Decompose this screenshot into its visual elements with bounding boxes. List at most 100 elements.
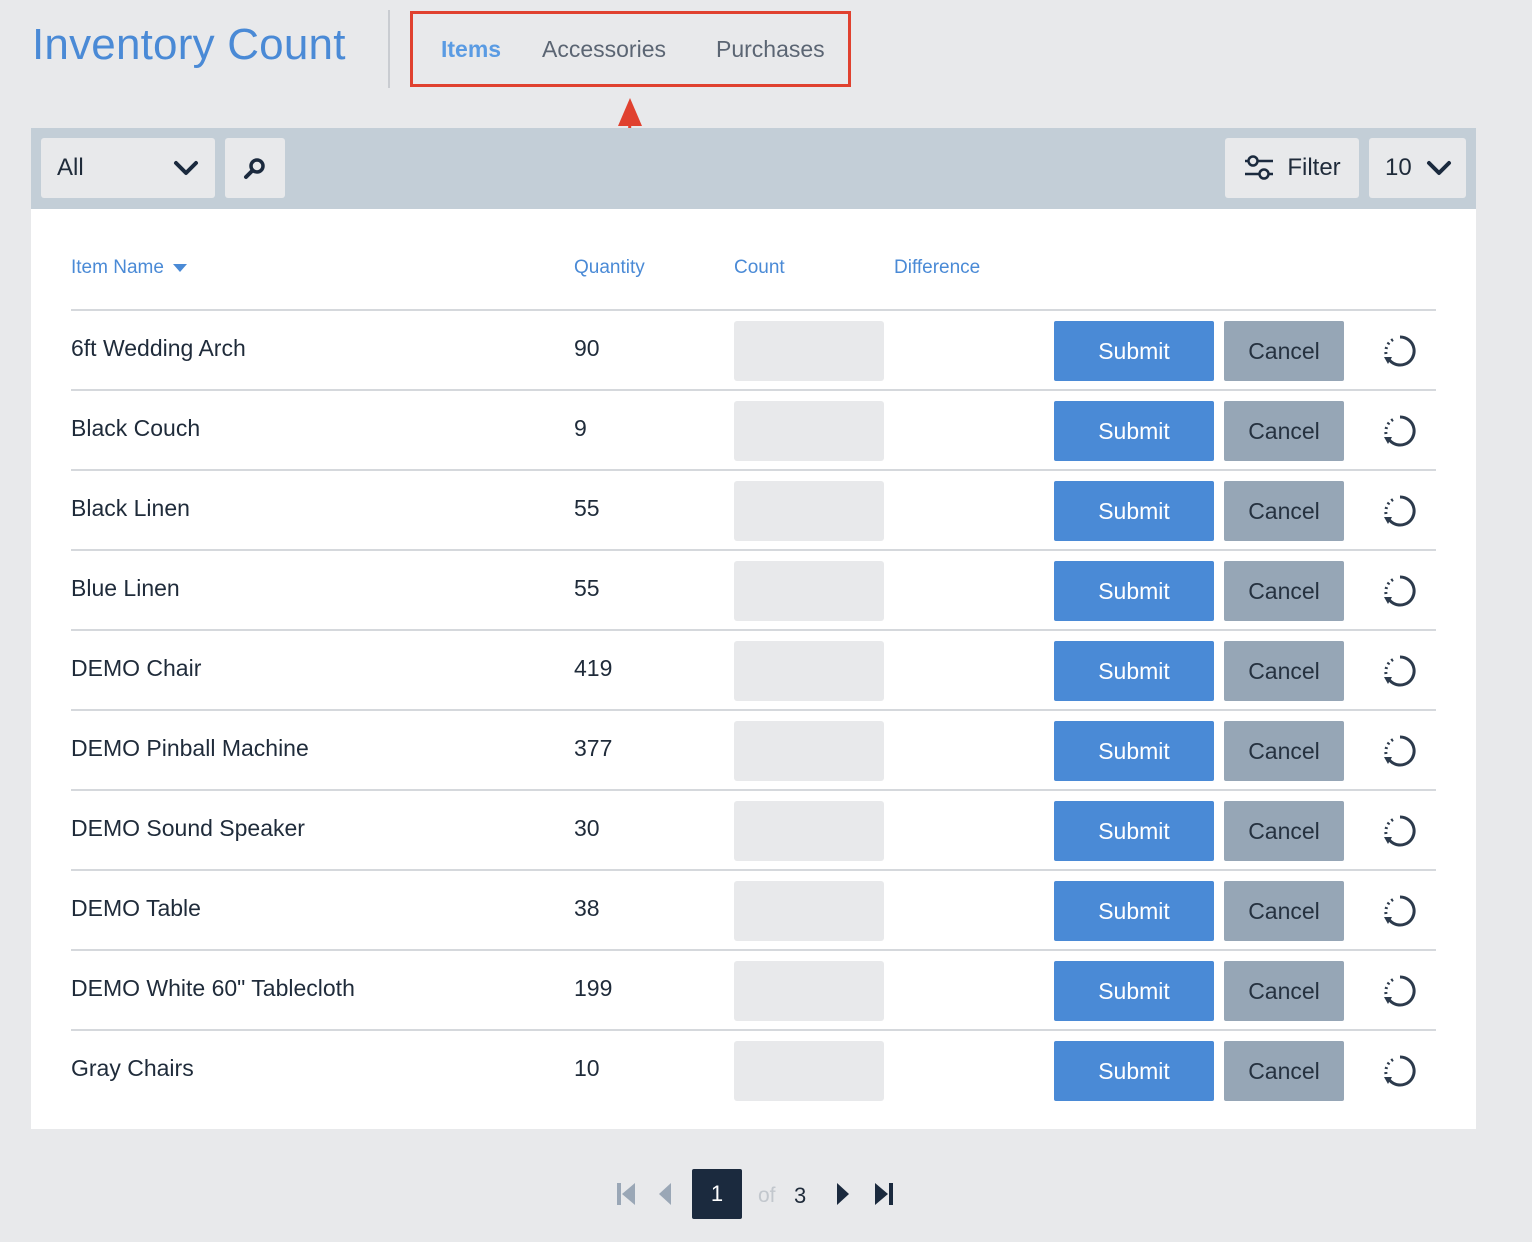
tab-purchases[interactable]: Purchases — [716, 36, 825, 63]
column-header-count[interactable]: Count — [734, 257, 785, 279]
item-name: DEMO Chair — [71, 655, 202, 681]
table-row: DEMO White 60" Tablecloth 199 Submit Cancel — [71, 951, 1436, 1031]
reset-icon[interactable] — [1382, 413, 1418, 449]
search-icon — [244, 158, 265, 179]
table-row: DEMO Chair 419 Submit Cancel — [71, 631, 1436, 711]
tab-bar: Items Accessories Purchases — [410, 11, 851, 87]
category-select[interactable]: All — [41, 138, 215, 198]
cancel-button[interactable]: Cancel — [1224, 561, 1344, 621]
sort-down-icon — [172, 264, 187, 272]
item-quantity: 55 — [574, 575, 600, 601]
reset-icon[interactable] — [1382, 813, 1418, 849]
item-quantity: 9 — [574, 415, 587, 441]
count-input[interactable] — [734, 561, 884, 621]
count-input[interactable] — [734, 881, 884, 941]
cancel-button[interactable]: Cancel — [1224, 641, 1344, 701]
last-page-icon[interactable] — [872, 1181, 896, 1207]
submit-button[interactable]: Submit — [1054, 1041, 1214, 1101]
submit-button[interactable]: Submit — [1054, 801, 1214, 861]
column-header-item-name[interactable]: Item Name — [71, 257, 188, 279]
reset-icon[interactable] — [1382, 1053, 1418, 1089]
table-row: Blue Linen 55 Submit Cancel — [71, 551, 1436, 631]
item-quantity: 377 — [574, 735, 613, 761]
current-page[interactable]: 1 — [692, 1169, 742, 1219]
column-header-difference[interactable]: Difference — [894, 257, 980, 279]
count-input[interactable] — [734, 961, 884, 1021]
submit-button[interactable]: Submit — [1054, 481, 1214, 541]
reset-icon[interactable] — [1382, 573, 1418, 609]
count-input[interactable] — [734, 401, 884, 461]
item-name: Black Couch — [71, 415, 201, 441]
tab-accessories[interactable]: Accessories — [542, 36, 666, 63]
cancel-button[interactable]: Cancel — [1224, 961, 1344, 1021]
item-name: DEMO White 60" Tablecloth — [71, 975, 355, 1001]
cancel-button[interactable]: Cancel — [1224, 401, 1344, 461]
pagination: 1 of 3 — [612, 1168, 902, 1220]
page-total: 3 — [794, 1183, 807, 1208]
cancel-button[interactable]: Cancel — [1224, 801, 1344, 861]
table-row: Black Linen 55 Submit Cancel — [71, 471, 1436, 551]
chevron-down-icon — [174, 161, 198, 175]
cancel-button[interactable]: Cancel — [1224, 321, 1344, 381]
item-quantity: 90 — [574, 335, 600, 361]
inventory-table: Item Name Quantity Count Difference 6ft … — [31, 209, 1476, 1129]
column-header-item-name-label: Item Name — [71, 257, 164, 278]
per-page-value: 10 — [1385, 154, 1412, 181]
count-input[interactable] — [734, 321, 884, 381]
item-quantity: 38 — [574, 895, 600, 921]
table-row: Gray Chairs 10 Submit Cancel — [71, 1031, 1436, 1111]
column-header-quantity[interactable]: Quantity — [574, 257, 645, 279]
page-title: Inventory Count — [32, 20, 346, 69]
sliders-icon — [1245, 155, 1274, 180]
first-page-icon[interactable] — [614, 1181, 638, 1207]
reset-icon[interactable] — [1382, 333, 1418, 369]
submit-button[interactable]: Submit — [1054, 961, 1214, 1021]
table-row: DEMO Sound Speaker 30 Submit Cancel — [71, 791, 1436, 871]
cancel-button[interactable]: Cancel — [1224, 481, 1344, 541]
reset-icon[interactable] — [1382, 973, 1418, 1009]
page-of-label: of — [758, 1184, 776, 1207]
title-divider — [388, 10, 390, 88]
submit-button[interactable]: Submit — [1054, 321, 1214, 381]
item-name: Gray Chairs — [71, 1055, 194, 1081]
item-name: Blue Linen — [71, 575, 180, 601]
item-name: DEMO Table — [71, 895, 201, 921]
count-input[interactable] — [734, 801, 884, 861]
submit-button[interactable]: Submit — [1054, 561, 1214, 621]
count-input[interactable] — [734, 641, 884, 701]
item-name: DEMO Pinball Machine — [71, 735, 309, 761]
reset-icon[interactable] — [1382, 733, 1418, 769]
submit-button[interactable]: Submit — [1054, 401, 1214, 461]
submit-button[interactable]: Submit — [1054, 881, 1214, 941]
filter-button[interactable]: Filter — [1225, 138, 1359, 198]
cancel-button[interactable]: Cancel — [1224, 881, 1344, 941]
search-button[interactable] — [225, 138, 285, 198]
previous-page-icon[interactable] — [656, 1181, 674, 1207]
cancel-button[interactable]: Cancel — [1224, 1041, 1344, 1101]
cancel-button[interactable]: Cancel — [1224, 721, 1344, 781]
item-name: 6ft Wedding Arch — [71, 335, 246, 361]
item-name: DEMO Sound Speaker — [71, 815, 305, 841]
table-row: 6ft Wedding Arch 90 Submit Cancel — [71, 311, 1436, 391]
count-input[interactable] — [734, 1041, 884, 1101]
item-quantity: 55 — [574, 495, 600, 521]
count-input[interactable] — [734, 481, 884, 541]
table-row: DEMO Pinball Machine 377 Submit Cancel — [71, 711, 1436, 791]
table-row: DEMO Table 38 Submit Cancel — [71, 871, 1436, 951]
reset-icon[interactable] — [1382, 893, 1418, 929]
next-page-icon[interactable] — [834, 1181, 852, 1207]
table-row: Black Couch 9 Submit Cancel — [71, 391, 1436, 471]
item-quantity: 10 — [574, 1055, 600, 1081]
count-input[interactable] — [734, 721, 884, 781]
tab-items[interactable]: Items — [441, 36, 501, 63]
item-name: Black Linen — [71, 495, 190, 521]
item-quantity: 419 — [574, 655, 613, 681]
submit-button[interactable]: Submit — [1054, 721, 1214, 781]
reset-icon[interactable] — [1382, 653, 1418, 689]
submit-button[interactable]: Submit — [1054, 641, 1214, 701]
category-select-value: All — [57, 154, 84, 181]
toolbar: All Filter 10 — [31, 128, 1476, 209]
reset-icon[interactable] — [1382, 493, 1418, 529]
per-page-select[interactable]: 10 — [1369, 138, 1466, 198]
item-quantity: 199 — [574, 975, 613, 1001]
